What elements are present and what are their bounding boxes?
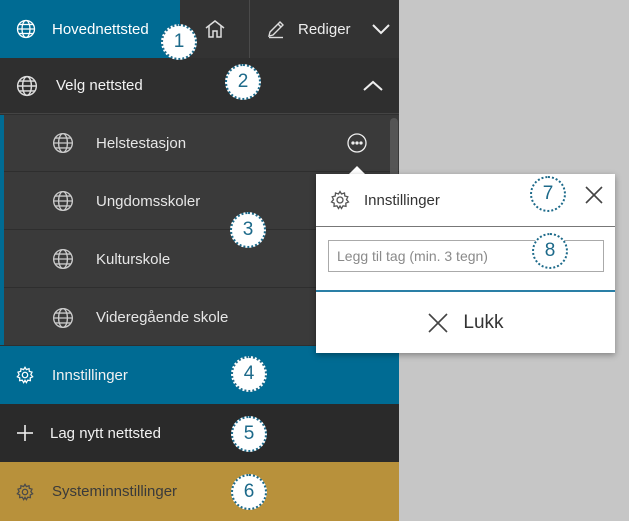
globe-icon xyxy=(52,307,74,329)
settings-menu-item[interactable]: Innstillinger xyxy=(0,346,399,404)
home-icon xyxy=(204,19,226,39)
plus-icon xyxy=(16,424,34,442)
site-select-label: Velg nettsted xyxy=(56,77,143,94)
edit-button[interactable]: Rediger xyxy=(250,0,399,58)
popover-header: Innstillinger xyxy=(316,174,615,227)
chevron-down-icon[interactable] xyxy=(371,23,391,35)
site-item-label: Videregående skole xyxy=(96,309,229,326)
callout-badge-7: 7 xyxy=(530,176,566,212)
site-select-toggle[interactable]: Velg nettsted xyxy=(0,58,399,114)
gear-icon xyxy=(330,190,350,210)
close-icon[interactable] xyxy=(583,184,605,206)
callout-badge-3: 3 xyxy=(230,212,266,248)
close-button-label: Lukk xyxy=(463,311,504,333)
new-site-button[interactable]: Lag nytt nettsted xyxy=(0,404,399,462)
pencil-icon xyxy=(266,19,286,39)
site-item-label: Kulturskole xyxy=(96,250,171,268)
callout-badge-2: 2 xyxy=(225,64,261,100)
top-bar: Hovednettsted Rediger xyxy=(0,0,399,59)
close-button[interactable]: Lukk xyxy=(316,292,615,353)
system-settings-label: Systeminnstillinger xyxy=(52,483,178,500)
more-options-icon[interactable] xyxy=(346,132,368,154)
new-site-label: Lag nytt nettsted xyxy=(50,424,161,442)
globe-icon xyxy=(52,248,74,270)
callout-badge-8: 8 xyxy=(532,233,568,269)
site-item-label: Ungdomsskoler xyxy=(96,192,201,210)
callout-badge-5: 5 xyxy=(231,416,267,452)
site-item-label: Helstestasjon xyxy=(96,134,187,152)
callout-badge-6: 6 xyxy=(231,474,267,510)
settings-menu-label: Innstillinger xyxy=(52,366,128,384)
globe-icon xyxy=(16,75,38,97)
gear-icon xyxy=(16,366,34,384)
globe-icon xyxy=(52,190,74,212)
main-site-label: Hovednettsted xyxy=(52,20,149,38)
site-item-helstestasjon[interactable]: Helstestasjon xyxy=(4,115,399,172)
chevron-up-icon[interactable] xyxy=(362,80,384,92)
callout-badge-4: 4 xyxy=(231,356,267,392)
main-site-button[interactable]: Hovednettsted xyxy=(0,0,180,58)
edit-label: Rediger xyxy=(298,20,351,38)
site-settings-popover: Innstillinger Lukk xyxy=(316,174,615,353)
gear-icon xyxy=(16,482,34,501)
globe-icon xyxy=(16,19,36,39)
system-settings-menu-item[interactable]: Systeminnstillinger xyxy=(0,462,399,521)
close-icon xyxy=(427,312,449,334)
popover-title: Innstillinger xyxy=(364,191,440,209)
callout-badge-1: 1 xyxy=(161,24,197,60)
globe-icon xyxy=(52,132,74,154)
